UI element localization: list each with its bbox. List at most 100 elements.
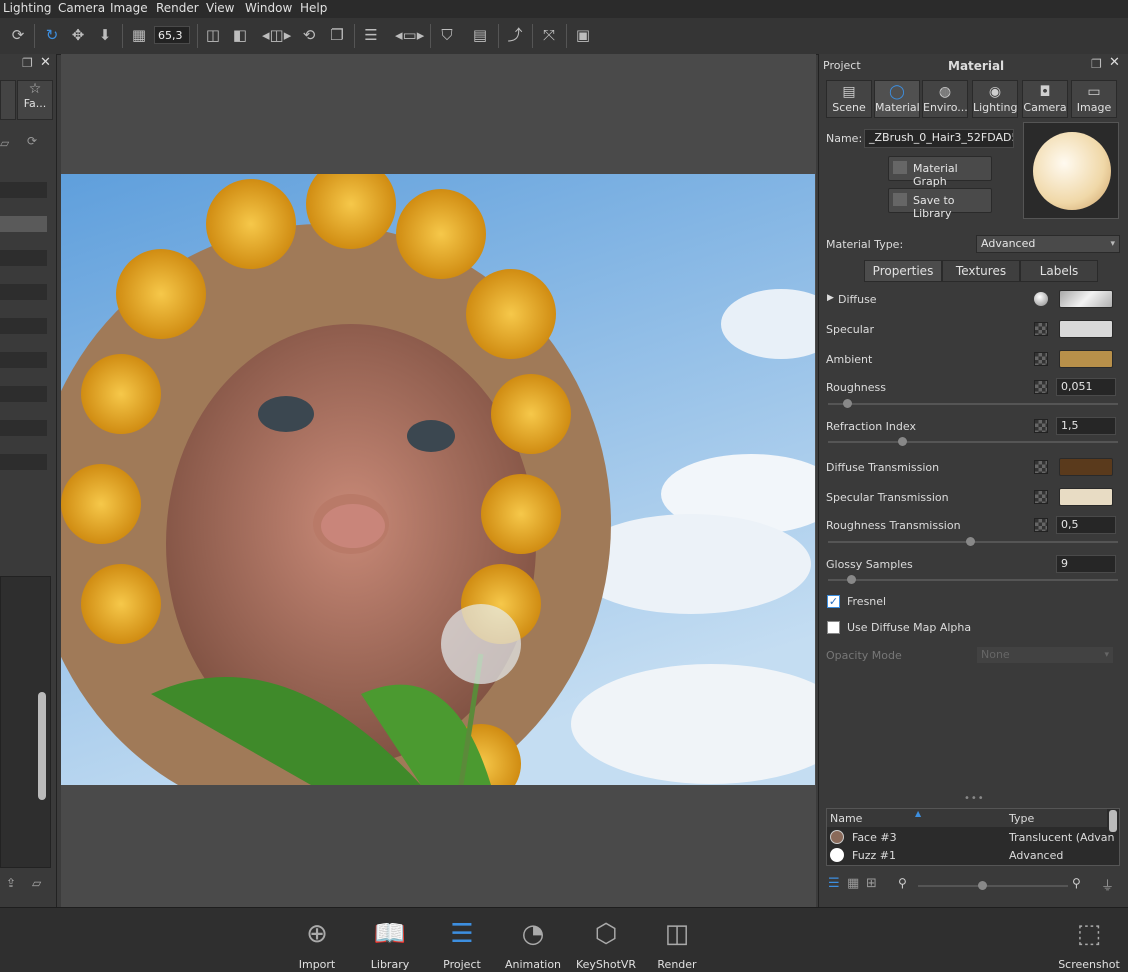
texture-map-icon[interactable] — [1034, 380, 1048, 394]
tab-labels[interactable]: Labels — [1020, 260, 1098, 282]
dock-library[interactable]: 📖 Library — [355, 908, 425, 972]
refraction-index-input[interactable]: 1,5 — [1056, 417, 1116, 435]
reload-icon[interactable]: ⟲ — [300, 26, 318, 44]
tab-material[interactable]: ◯ Material — [874, 80, 920, 118]
material-preview[interactable] — [1023, 122, 1119, 219]
dock-project[interactable]: ☰ Project — [427, 908, 497, 972]
transform-icon[interactable]: ⤧ — [540, 26, 558, 44]
copy-icon[interactable]: ❐ — [328, 26, 346, 44]
expand-arrow-icon[interactable]: ▶ — [827, 293, 834, 303]
list-item[interactable] — [0, 250, 47, 266]
spin-icon[interactable]: ⟳ — [9, 26, 27, 44]
fresnel-checkbox[interactable]: ✓ — [827, 595, 840, 608]
tab-properties[interactable]: Properties — [864, 260, 942, 282]
list-view-icon[interactable]: ☰ — [828, 876, 840, 891]
roughness-input[interactable]: 0,051 — [1056, 378, 1116, 396]
float-icon[interactable]: ❐ — [1091, 57, 1102, 71]
shield-icon[interactable]: ⛉ — [438, 26, 456, 44]
down-arrow-icon[interactable]: ⬇ — [96, 26, 114, 44]
scrollbar[interactable] — [38, 692, 46, 800]
menu-image[interactable]: Image — [110, 1, 148, 15]
refresh-icon[interactable]: ↻ — [43, 26, 61, 44]
layers-nav-icon[interactable]: ◂▭▸ — [395, 26, 424, 44]
dock-animation[interactable]: ◔ Animation — [498, 908, 568, 972]
slider-knob[interactable] — [847, 575, 856, 584]
layers-icon[interactable]: ☰ — [362, 26, 380, 44]
list-item[interactable] — [0, 386, 47, 402]
list-item[interactable] — [0, 284, 47, 300]
column-header-name[interactable]: Name ▲ — [827, 809, 1008, 827]
grid-icon[interactable]: ▦ — [130, 26, 148, 44]
curve-icon[interactable]: ⤴ — [506, 26, 524, 44]
zoom-in-icon[interactable]: ⚲ — [1072, 876, 1081, 890]
dock-keyshotvr[interactable]: ⬡ KeyShotVR — [571, 908, 641, 972]
list-item[interactable] — [0, 216, 47, 232]
float-icon[interactable]: ❐ — [22, 56, 33, 70]
roughness-slider[interactable] — [828, 399, 1118, 408]
refraction-index-slider[interactable] — [828, 437, 1118, 446]
console-icon[interactable]: ▣ — [574, 26, 592, 44]
roughness-transmission-input[interactable]: 0,5 — [1056, 516, 1116, 534]
dock-import[interactable]: ⊕ Import — [282, 908, 352, 972]
menu-view[interactable]: View — [206, 1, 234, 15]
ambient-color-swatch[interactable] — [1059, 350, 1113, 368]
upload-icon[interactable]: ⇪ — [6, 876, 16, 890]
menu-camera[interactable]: Camera — [58, 1, 105, 15]
list-item[interactable] — [0, 318, 47, 334]
filter-icon[interactable]: ⏚ — [1101, 875, 1114, 894]
texture-map-icon[interactable] — [1034, 322, 1048, 336]
use-diffuse-map-alpha-checkbox[interactable] — [827, 621, 840, 634]
column-header-type[interactable]: Type — [1007, 809, 1107, 827]
grid-view-icon[interactable]: ▦ — [847, 876, 859, 891]
specular-transmission-swatch[interactable] — [1059, 488, 1113, 506]
close-icon[interactable]: ✕ — [1109, 55, 1120, 70]
material-graph-button[interactable]: Material Graph — [888, 156, 992, 188]
tree-view-icon[interactable]: ⊞ — [866, 876, 877, 891]
texture-map-icon[interactable] — [1034, 352, 1048, 366]
slider-knob[interactable] — [843, 399, 852, 408]
thumbnail-size-slider[interactable] — [918, 881, 1068, 890]
tab-textures[interactable]: Textures — [942, 260, 1020, 282]
menu-render[interactable]: Render — [156, 1, 199, 15]
texture-map-icon[interactable] — [1034, 419, 1048, 433]
scrollbar[interactable] — [1109, 810, 1117, 832]
glossy-samples-input[interactable]: 9 — [1056, 555, 1116, 573]
screenshot-button[interactable]: ⬚ Screenshot — [1054, 908, 1124, 972]
table-row[interactable]: Face #3 Translucent (Advan — [827, 829, 1115, 847]
tab-scene[interactable]: ▤ Scene — [826, 80, 872, 118]
texture-map-icon[interactable] — [1034, 490, 1048, 504]
save-to-library-button[interactable]: Save to Library — [888, 188, 992, 220]
tab-image[interactable]: ▭ Image — [1071, 80, 1117, 118]
list-item[interactable] — [0, 352, 47, 368]
tab-camera[interactable]: ◘ Camera — [1022, 80, 1068, 118]
diffuse-transmission-swatch[interactable] — [1059, 458, 1113, 476]
camera-nav-icon[interactable]: ◂◫▸ — [262, 26, 291, 44]
zoom-out-icon[interactable]: ⚲ — [898, 876, 907, 890]
left-tab-models[interactable] — [0, 80, 16, 120]
fit-icon[interactable]: ✥ — [69, 26, 87, 44]
camera-snapshot-icon[interactable]: ◫ — [204, 26, 222, 44]
folder-icon[interactable]: ▱ — [0, 136, 9, 150]
sphere-icon[interactable] — [1034, 292, 1048, 306]
diffuse-color-swatch[interactable] — [1059, 290, 1113, 308]
table-row[interactable]: Fuzz #1 Advanced — [827, 847, 1107, 865]
slider-knob[interactable] — [966, 537, 975, 546]
menu-window[interactable]: Window — [245, 1, 292, 15]
menu-help[interactable]: Help — [300, 1, 327, 15]
material-type-dropdown[interactable]: Advanced ▾ — [976, 235, 1120, 253]
slider-knob[interactable] — [978, 881, 987, 890]
dock-render[interactable]: ◫ Render — [642, 908, 712, 972]
sync-icon[interactable]: ⟳ — [27, 134, 37, 148]
menu-lighting[interactable]: Lighting — [3, 1, 52, 15]
camera-settings-icon[interactable]: ◧ — [231, 26, 249, 44]
tab-environment[interactable]: ◍ Enviro... — [922, 80, 968, 118]
material-name-field[interactable]: _ZBrush_0_Hair3_52FDAD56 — [864, 129, 1014, 148]
open-folder-icon[interactable]: ▱ — [32, 876, 41, 890]
tab-lighting[interactable]: ◉ Lighting — [972, 80, 1018, 118]
zoom-input[interactable]: 65,3 — [154, 26, 190, 44]
texture-map-icon[interactable] — [1034, 518, 1048, 532]
list-item[interactable] — [0, 420, 47, 436]
list-item[interactable] — [0, 182, 47, 198]
render-image[interactable] — [61, 174, 815, 785]
panel-icon[interactable]: ▤ — [471, 26, 489, 44]
